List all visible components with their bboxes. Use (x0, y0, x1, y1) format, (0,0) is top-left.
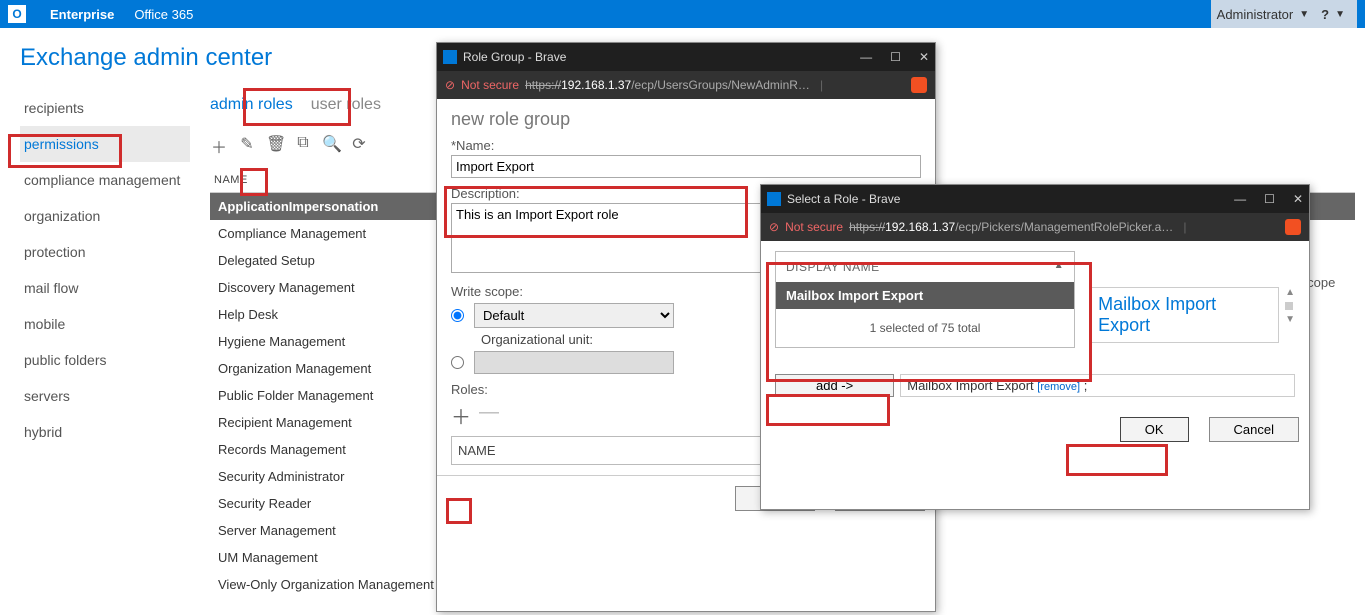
search-icon[interactable]: 🔍 (322, 134, 340, 158)
picked-role-label: Mailbox Import Export (907, 378, 1033, 393)
close-icon[interactable]: ✕ (1293, 192, 1303, 206)
sidenav-item-servers[interactable]: servers (20, 378, 190, 414)
close-icon[interactable]: ✕ (919, 50, 929, 64)
sidenav-item-publicfolders[interactable]: public folders (20, 342, 190, 378)
url-host: 192.168.1.37 (885, 220, 955, 234)
picked-roles: Mailbox Import Export [remove] ; (900, 374, 1295, 397)
edit-icon[interactable]: ✎ (238, 134, 256, 158)
add-button[interactable]: add -> (775, 374, 894, 397)
url-text: https://192.168.1.37/ecp/Pickers/Managem… (849, 220, 1173, 234)
help-icon[interactable]: ? (1321, 7, 1329, 22)
roles-col-header: NAME (458, 443, 496, 458)
favicon-icon (443, 50, 457, 64)
url-host: 192.168.1.37 (561, 78, 631, 92)
url-path: /ecp/UsersGroups/NewAdminR… (631, 78, 810, 92)
window-title: Role Group - Brave (463, 50, 566, 64)
picker-col-header[interactable]: DISPLAY NAME (786, 260, 880, 274)
sidenav-item-recipients[interactable]: recipients (20, 90, 190, 126)
ou-input[interactable] (474, 351, 674, 374)
window-titlebar: Select a Role - Brave — ☐ ✕ (761, 185, 1309, 213)
remove-link[interactable]: [remove] (1037, 381, 1080, 393)
favicon-icon (767, 192, 781, 206)
ribbon-tab-enterprise[interactable]: Enterprise (40, 0, 124, 28)
ou-label: Organizational unit: (481, 332, 593, 347)
name-label: *Name: (451, 138, 921, 153)
sidenav-item-hybrid[interactable]: hybrid (20, 414, 190, 450)
sort-icon[interactable]: ▲ (1054, 260, 1064, 274)
not-secure-label: Not secure (785, 220, 843, 234)
url-scheme: https:// (525, 78, 561, 92)
dialog-heading: new role group (451, 109, 921, 130)
search-result-box[interactable]: Mailbox Import Export (1089, 287, 1279, 343)
chevron-down-icon: ▼ (1299, 9, 1309, 20)
url-text: https://192.168.1.37/ecp/UsersGroups/New… (525, 78, 810, 92)
office-logo-icon: O (8, 5, 26, 23)
brave-icon (1285, 219, 1301, 235)
chevron-down-icon: ▼ (1335, 9, 1345, 20)
tab-user-roles[interactable]: user roles (311, 92, 381, 118)
remove-role-icon[interactable]: — (479, 401, 499, 430)
add-role-icon[interactable]: ＋ (451, 401, 471, 430)
side-nav: recipients permissions compliance manage… (0, 82, 200, 598)
sidenav-item-permissions[interactable]: permissions (20, 126, 190, 162)
selection-count: 1 selected of 75 total (776, 309, 1074, 347)
brave-icon (911, 77, 927, 93)
warning-icon: ⊘ (769, 220, 779, 234)
picker-row-selected[interactable]: Mailbox Import Export (776, 282, 1074, 309)
sidenav-item-compliance[interactable]: compliance management (20, 162, 190, 198)
ok-button[interactable]: OK (1120, 417, 1189, 442)
user-label: Administrator (1217, 7, 1294, 22)
refresh-icon[interactable]: ⟳ (350, 134, 368, 158)
window-titlebar: Role Group - Brave — ☐ ✕ (437, 43, 935, 71)
warning-icon: ⊘ (445, 78, 455, 92)
scope-select[interactable]: Default (474, 303, 674, 328)
name-input[interactable] (451, 155, 921, 178)
url-path: /ecp/Pickers/ManagementRolePicker.a… (955, 220, 1173, 234)
add-icon[interactable]: ＋ (210, 134, 228, 158)
user-menu[interactable]: Administrator ▼ ? ▼ (1211, 0, 1357, 28)
tab-admin-roles[interactable]: admin roles (210, 92, 293, 118)
url-scheme: https:// (849, 220, 885, 234)
scope-default-radio[interactable] (451, 309, 464, 322)
minimize-icon[interactable]: — (860, 50, 872, 64)
url-bar: ⊘ Not secure https://192.168.1.37/ecp/Pi… (761, 213, 1309, 241)
sidenav-item-organization[interactable]: organization (20, 198, 190, 234)
copy-icon[interactable]: ⧉ (294, 134, 312, 158)
delete-icon[interactable]: 🗑 (266, 134, 284, 158)
ribbon-tab-office365[interactable]: Office 365 (124, 0, 203, 28)
sidenav-item-protection[interactable]: protection (20, 234, 190, 270)
role-picker-table: DISPLAY NAME ▲ Mailbox Import Export 1 s… (775, 251, 1075, 348)
scroll-indicator: ▲▼ (1285, 287, 1295, 325)
sidenav-item-mobile[interactable]: mobile (20, 306, 190, 342)
url-bar: ⊘ Not secure https://192.168.1.37/ecp/Us… (437, 71, 935, 99)
not-secure-label: Not secure (461, 78, 519, 92)
window-title: Select a Role - Brave (787, 192, 900, 206)
search-value: Mailbox Import Export (1098, 294, 1270, 336)
maximize-icon[interactable]: ☐ (1264, 192, 1275, 206)
sidenav-item-mailflow[interactable]: mail flow (20, 270, 190, 306)
dialog-select-role: Select a Role - Brave — ☐ ✕ ⊘ Not secure… (760, 184, 1310, 510)
maximize-icon[interactable]: ☐ (890, 50, 901, 64)
top-ribbon: O Enterprise Office 365 Administrator ▼ … (0, 0, 1365, 28)
cancel-button[interactable]: Cancel (1209, 417, 1299, 442)
minimize-icon[interactable]: — (1234, 192, 1246, 206)
scope-ou-radio[interactable] (451, 356, 464, 369)
